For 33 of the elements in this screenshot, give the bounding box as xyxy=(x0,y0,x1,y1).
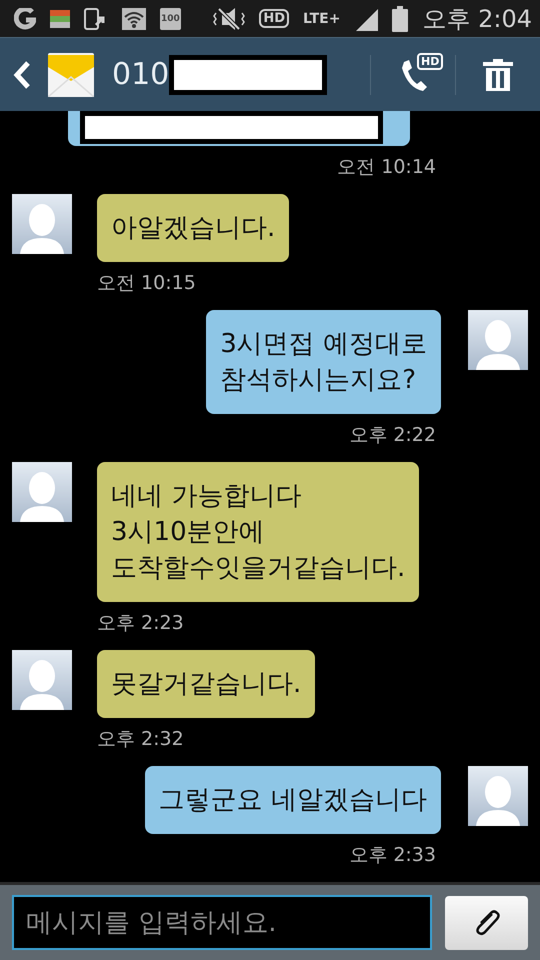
message-bubble: 네네 가능합니다 3시10분안에 도착할수잇을거같습니다. xyxy=(97,462,420,602)
message-time: 오후 2:33 xyxy=(348,844,437,866)
back-icon[interactable] xyxy=(12,60,32,90)
message-bubble: 3시면접 예정대로 참석하시는지요? xyxy=(206,310,441,414)
hd-call-button[interactable]: HD xyxy=(371,38,455,111)
battery-status-icon: 100 xyxy=(160,8,181,30)
avatar-icon xyxy=(468,766,528,826)
trash-icon xyxy=(483,58,513,90)
envelope-icon xyxy=(48,52,94,96)
message-time: 오후 2:32 xyxy=(96,728,185,750)
avatar-icon xyxy=(12,462,72,522)
avatar-icon xyxy=(12,650,72,710)
hd-voice-icon: HD xyxy=(259,9,290,28)
app-notification-icon xyxy=(50,8,70,28)
message-bubble: 아알겠습니다. xyxy=(97,194,290,262)
message-time: 오후 2:22 xyxy=(348,424,437,446)
message-time: 오전 10:15 xyxy=(96,272,197,294)
battery-icon xyxy=(392,6,408,32)
contact-number: 010 xyxy=(112,57,170,92)
avatar-icon xyxy=(468,310,528,370)
clock: 오후 2:04 xyxy=(422,4,532,34)
message-time: 오후 2:23 xyxy=(96,612,185,634)
message-time: 오전 10:14 xyxy=(336,156,437,178)
vibrate-mute-icon xyxy=(213,6,246,30)
avatar-icon xyxy=(12,194,72,254)
message-bubble: 그렇군요 네알겠습니다 xyxy=(144,766,441,834)
network-type-icon: LTE+ xyxy=(303,10,340,26)
message-input-field[interactable]: 메시지를 입력하세요. xyxy=(12,895,432,950)
attach-button[interactable] xyxy=(445,896,528,950)
signal-icon xyxy=(354,6,378,30)
carrier-icon xyxy=(14,8,36,30)
wifi-icon xyxy=(122,8,146,30)
message-bubble: 못갈거같습니다. xyxy=(97,650,316,718)
